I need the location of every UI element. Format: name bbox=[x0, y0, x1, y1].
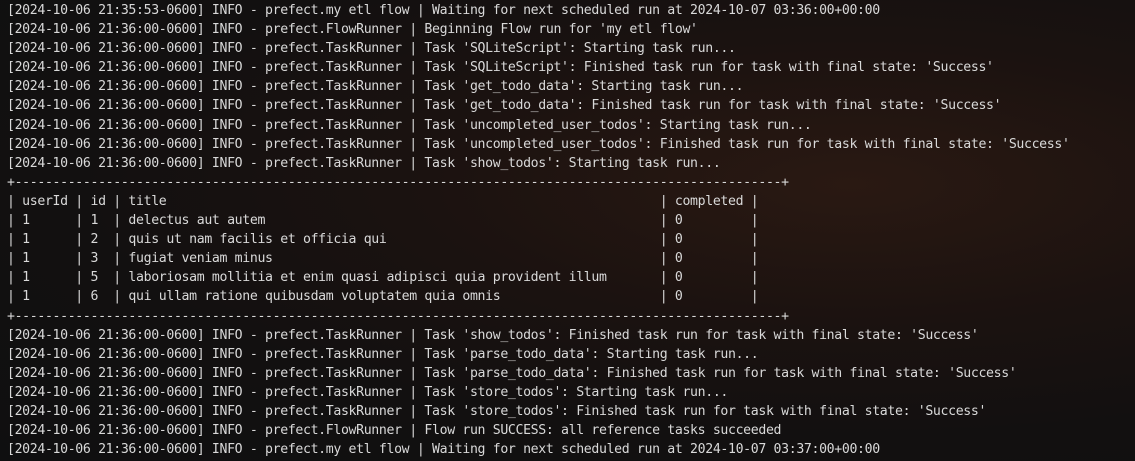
log-line: [2024-10-06 21:36:00-0600] INFO - prefec… bbox=[7, 41, 736, 57]
log-line: [2024-10-06 21:36:00-0600] INFO - prefec… bbox=[7, 327, 979, 343]
log-line: [2024-10-06 21:36:00-0600] INFO - prefec… bbox=[7, 403, 987, 419]
log-line: [2024-10-06 21:36:00-0600] INFO - prefec… bbox=[7, 98, 1002, 114]
terminal-output[interactable]: [2024-10-06 21:35:53-0600] INFO - prefec… bbox=[0, 0, 1135, 461]
table-row: | 1 | 2 | quis ut nam facilis et officia… bbox=[7, 232, 759, 248]
log-line: [2024-10-06 21:36:00-0600] INFO - prefec… bbox=[7, 79, 744, 95]
log-line: [2024-10-06 21:36:00-0600] INFO - prefec… bbox=[7, 117, 812, 133]
log-line: [2024-10-06 21:36:00-0600] INFO - prefec… bbox=[7, 384, 729, 400]
table-border-top: +---------------------------------------… bbox=[7, 174, 789, 190]
log-line: [2024-10-06 21:36:00-0600] INFO - prefec… bbox=[7, 346, 759, 362]
log-line: [2024-10-06 21:36:00-0600] INFO - prefec… bbox=[7, 60, 994, 76]
table-row: | 1 | 3 | fugiat veniam minus | 0 | bbox=[7, 251, 759, 267]
table-header-row: | userId | id | title | completed | bbox=[7, 193, 759, 209]
log-line: [2024-10-06 21:35:53-0600] INFO - prefec… bbox=[7, 3, 880, 18]
table-border-bottom: +---------------------------------------… bbox=[7, 308, 789, 324]
log-line: [2024-10-06 21:36:00-0600] INFO - prefec… bbox=[7, 442, 880, 458]
log-line: [2024-10-06 21:36:00-0600] INFO - prefec… bbox=[7, 423, 782, 439]
log-line: [2024-10-06 21:36:00-0600] INFO - prefec… bbox=[7, 136, 1070, 152]
table-row: | 1 | 5 | laboriosam mollitia et enim qu… bbox=[7, 270, 759, 286]
log-line: [2024-10-06 21:36:00-0600] INFO - prefec… bbox=[7, 365, 1017, 381]
log-line: [2024-10-06 21:36:00-0600] INFO - prefec… bbox=[7, 155, 721, 171]
table-row: | 1 | 6 | qui ullam ratione quibusdam vo… bbox=[7, 289, 759, 305]
log-line: [2024-10-06 21:36:00-0600] INFO - prefec… bbox=[7, 22, 698, 38]
table-row: | 1 | 1 | delectus aut autem | 0 | bbox=[7, 213, 759, 229]
